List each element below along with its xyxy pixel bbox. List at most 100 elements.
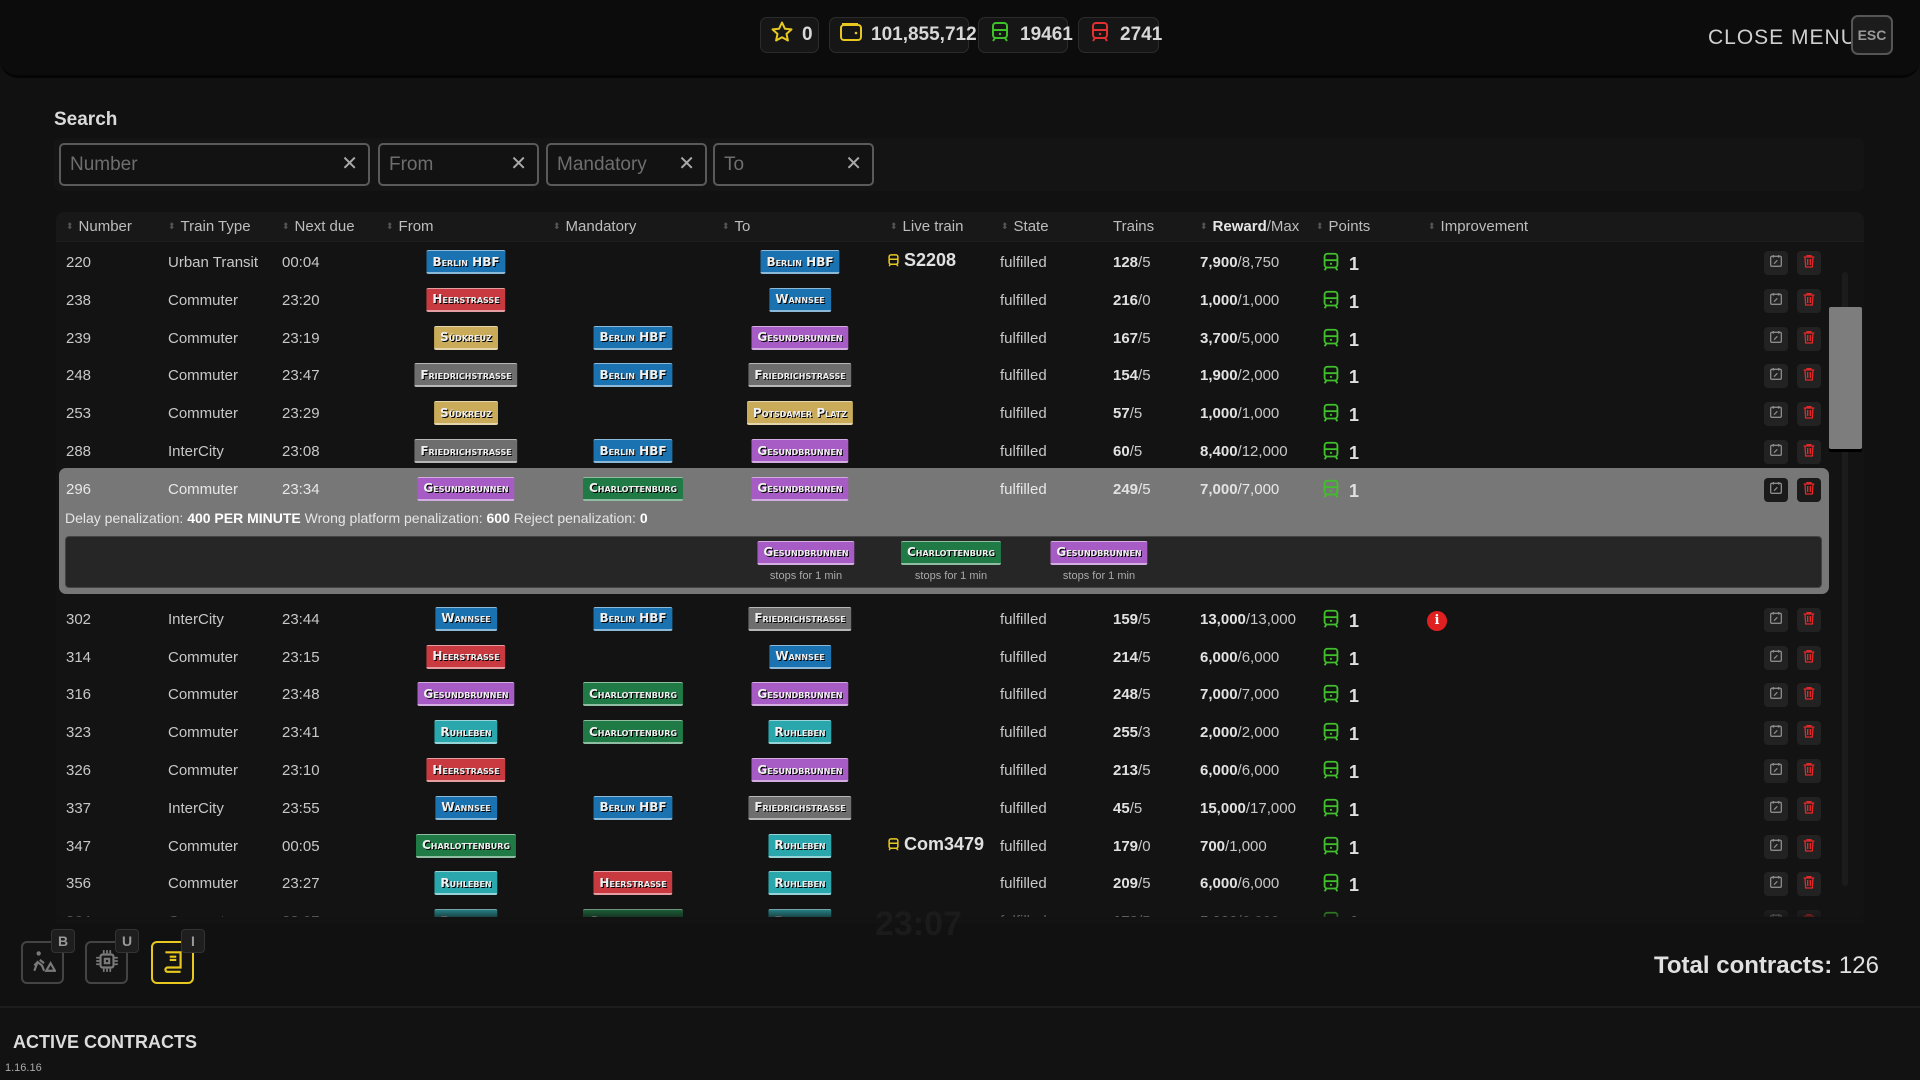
column-header-to[interactable]: ⬍ To [722, 218, 750, 235]
mandatory-search-input[interactable] [548, 145, 674, 184]
delete-contract-button[interactable] [1797, 477, 1821, 502]
station-tag: Wannsee [769, 287, 831, 312]
clear-icon[interactable]: ✕ [341, 151, 358, 175]
trains-count: 159/5 [1113, 611, 1151, 628]
column-header-next-due[interactable]: ⬍ Next due [282, 218, 355, 235]
clear-icon[interactable]: ✕ [845, 151, 862, 175]
reschedule-button[interactable] [1764, 683, 1788, 708]
delete-contract-button[interactable] [1797, 288, 1821, 313]
live-train-link[interactable]: Com3479 [886, 834, 984, 855]
delete-contract-button[interactable] [1797, 796, 1821, 821]
contracts-table: ⬍ Number ⬍ Train Type ⬍ Next due ⬍ From ⬍ Mandato… [56, 212, 1864, 917]
delete-contract-button[interactable] [1797, 251, 1821, 275]
reschedule-button[interactable] [1764, 872, 1788, 897]
reward-value: 1,900 [1200, 367, 1238, 385]
delete-contract-button[interactable] [1797, 607, 1821, 632]
reward-max: /2,000 [1237, 724, 1280, 742]
reschedule-button[interactable] [1764, 251, 1788, 275]
train-icon [1320, 251, 1342, 278]
delete-contract-button[interactable] [1797, 683, 1821, 708]
delete-contract-button[interactable] [1797, 834, 1821, 859]
contract-row[interactable]: 347 Commuter 00:05 Charlottenburg Ruhleb… [56, 828, 1830, 866]
delete-contract-button[interactable] [1797, 645, 1821, 670]
contract-row[interactable]: 220 Urban Transit 00:04 Berlin HBF Berli… [56, 244, 1830, 282]
reschedule-button[interactable] [1764, 759, 1788, 783]
contract-row[interactable]: 302 InterCity 23:44 Wannsee Berlin HBF F… [56, 601, 1830, 639]
reschedule-button[interactable] [1764, 834, 1788, 859]
reschedule-button[interactable] [1764, 607, 1788, 632]
contract-row[interactable]: 239 Commuter 23:19 Südkreuz Berlin HBF G… [56, 320, 1830, 358]
contract-row[interactable]: 238 Commuter 23:20 Heerstraße Wannsee fu… [56, 282, 1830, 320]
delete-contract-button[interactable] [1797, 721, 1821, 746]
delete-contract-button[interactable] [1797, 364, 1821, 389]
reschedule-button[interactable] [1764, 721, 1788, 746]
column-header-train-type[interactable]: ⬍ Train Type [168, 218, 251, 235]
to-search-field[interactable]: ✕ [713, 143, 874, 186]
search-title: Search [54, 109, 118, 130]
column-header-number[interactable]: ⬍ Number [66, 218, 132, 235]
next-due: 23:34 [282, 480, 320, 498]
clear-icon[interactable]: ✕ [678, 151, 695, 175]
contract-row[interactable]: 323 Commuter 23:41 Ruhleben Charlottenbu… [56, 714, 1830, 752]
points-value: 1 [1349, 329, 1360, 350]
sort-icon: ⬍ [553, 221, 561, 231]
reschedule-button[interactable] [1764, 477, 1788, 502]
column-header-from[interactable]: ⬍ From [386, 218, 434, 235]
contract-row[interactable]: 296 Commuter 23:34 Gesundbrunnen Charlot… [56, 471, 1830, 509]
contract-row[interactable]: 326 Commuter 23:10 Heerstraße Gesundbrun… [56, 752, 1830, 790]
column-header-trains[interactable]: Trains [1113, 218, 1154, 235]
reschedule-button[interactable] [1764, 364, 1788, 389]
from-search-field[interactable]: ✕ [378, 143, 539, 186]
column-header-points[interactable]: ⬍ Points [1316, 218, 1370, 235]
header-label: Number [78, 218, 132, 235]
live-train-link[interactable]: S2208 [886, 250, 956, 271]
clear-icon[interactable]: ✕ [510, 151, 527, 175]
delete-contract-button[interactable] [1797, 872, 1821, 897]
reschedule-button[interactable] [1764, 440, 1788, 464]
contract-row[interactable]: 337 InterCity 23:55 Wannsee Berlin HBF F… [56, 790, 1830, 828]
contract-state: fulfilled [1000, 254, 1047, 271]
column-header-live-train[interactable]: ⬍ Live train [890, 218, 963, 235]
platform-value: 600 [486, 509, 510, 526]
train-type: Commuter [168, 367, 239, 385]
reschedule-button[interactable] [1764, 288, 1788, 313]
column-header-improvement[interactable]: ⬍ Improvement [1428, 218, 1528, 235]
reschedule-button[interactable] [1764, 326, 1788, 351]
penalties-text: Delay penalization: 400 PER MINUTE Wrong… [65, 510, 648, 526]
points: 1 [1320, 646, 1359, 673]
mandatory-search-field[interactable]: ✕ [546, 143, 707, 186]
close-menu-button[interactable]: CLOSE MENU [1708, 26, 1857, 50]
delete-contract-button[interactable] [1797, 402, 1821, 427]
contract-row[interactable]: 356 Commuter 23:27 Ruhleben Heerstraße R… [56, 865, 1830, 903]
to-search-input[interactable] [715, 145, 841, 184]
scrollbar-thumb[interactable] [1829, 307, 1862, 449]
contract-row[interactable]: 253 Commuter 23:29 Südkreuz Potsdamer Pl… [56, 395, 1830, 433]
station-tag: Heerstraße [426, 644, 506, 669]
reschedule-button[interactable] [1764, 402, 1788, 427]
contract-row[interactable]: 288 InterCity 23:08 Friedrichstraße Berl… [56, 433, 1830, 471]
reschedule-button[interactable] [1764, 645, 1788, 670]
from-search-input[interactable] [380, 145, 506, 184]
reward: 7,000/7,000 [1200, 686, 1279, 703]
trains-max: /5 [1129, 405, 1143, 423]
contract-row[interactable]: 316 Commuter 23:48 Gesundbrunnen Charlot… [56, 676, 1830, 714]
delete-contract-button[interactable] [1797, 759, 1821, 783]
reward: 8,400/12,000 [1200, 443, 1288, 460]
points-value: 1 [1349, 724, 1360, 745]
delay-label: Delay penalization: [65, 509, 184, 526]
contract-row[interactable]: 248 Commuter 23:47 Friedrichstraße Berli… [56, 357, 1830, 395]
number-search-input[interactable] [61, 145, 307, 184]
delete-contract-button[interactable] [1797, 326, 1821, 351]
delete-contract-button[interactable] [1797, 440, 1821, 464]
contract-row[interactable]: 314 Commuter 23:15 Heerstraße Wannsee fu… [56, 639, 1830, 677]
number-search-field[interactable]: ✕ [59, 143, 370, 186]
reschedule-button[interactable] [1764, 796, 1788, 821]
station-tag: Heerstraße [426, 758, 506, 782]
column-header-mandatory[interactable]: ⬍ Mandatory [553, 218, 636, 235]
station-tag: Ruhleben [434, 871, 498, 896]
info-icon[interactable]: i [1427, 610, 1447, 631]
column-header-state[interactable]: ⬍ State [1001, 218, 1049, 235]
column-header-reward[interactable]: ⬍ Reward/Max [1200, 218, 1299, 235]
trains-value: 249 [1113, 480, 1139, 498]
esc-key-badge[interactable]: ESC [1851, 15, 1893, 55]
